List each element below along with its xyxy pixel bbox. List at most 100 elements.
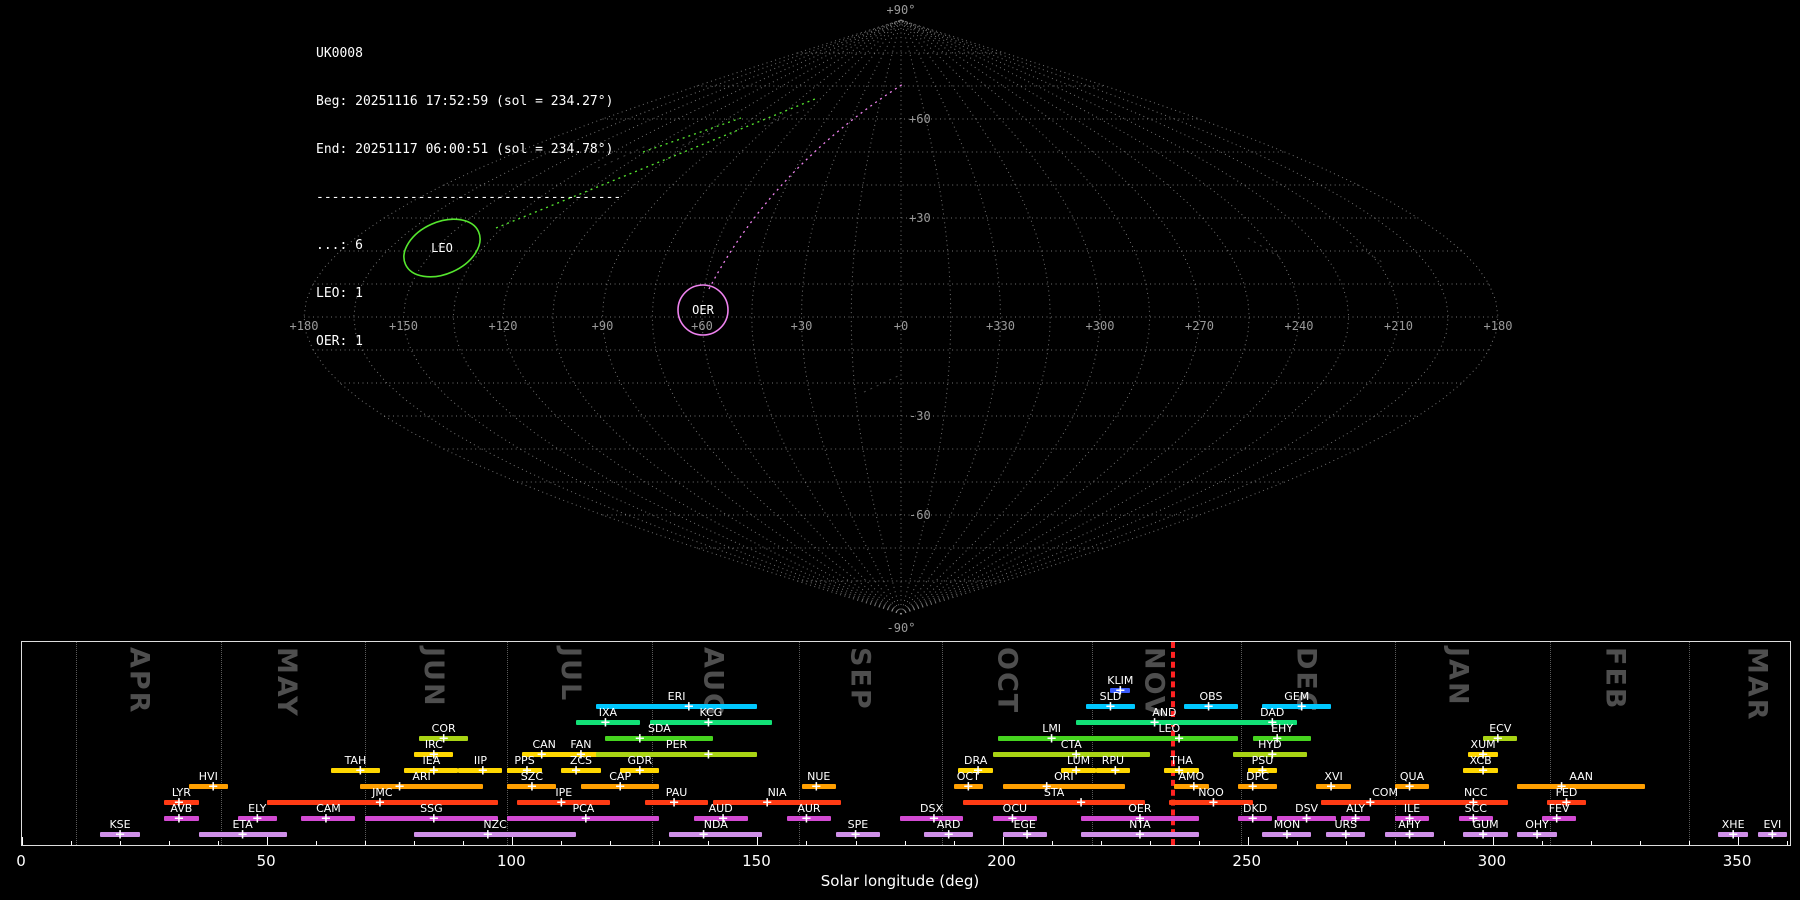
peak-marker-xvi: + — [1326, 780, 1337, 793]
peak-marker-nue: + — [811, 780, 822, 793]
x-axis: 050100150200250300350 — [21, 852, 1791, 870]
peak-marker-spe: + — [850, 828, 861, 841]
peak-marker-cam: + — [321, 812, 332, 825]
peak-marker-obs: + — [1203, 700, 1214, 713]
peak-marker-eri: + — [683, 700, 694, 713]
peak-marker-noo: + — [1208, 796, 1219, 809]
peak-marker-mon: + — [1282, 828, 1293, 841]
peak-marker-ixa: + — [600, 716, 611, 729]
minor-tick — [1199, 841, 1200, 845]
lon-label: +270 — [1185, 319, 1214, 333]
peak-marker-nta: + — [1134, 828, 1145, 841]
minor-tick — [1787, 841, 1788, 845]
peak-marker-nzc: + — [482, 828, 493, 841]
peak-marker-fev: + — [1551, 812, 1562, 825]
shower-bar-nda — [669, 832, 762, 837]
major-tick — [1493, 837, 1494, 845]
month-label-feb: FEB — [1599, 647, 1630, 710]
radiant-map-app: UK0008 Beg: 20251116 17:52:59 (sol = 234… — [0, 0, 1800, 900]
minor-tick — [659, 841, 660, 845]
lon-label: +210 — [1384, 319, 1413, 333]
meridian-line — [901, 20, 1150, 614]
peak-marker-evi: + — [1767, 828, 1778, 841]
month-gridline-jan — [1395, 642, 1396, 845]
peak-marker-nda: + — [698, 828, 709, 841]
peak-marker-lmi: + — [1046, 732, 1057, 745]
minor-tick — [1444, 841, 1445, 845]
shower-bar-aan — [1517, 784, 1644, 789]
minor-tick — [1052, 841, 1053, 845]
pole-label-south: -90° — [887, 621, 916, 635]
x-tick-label-0: 0 — [16, 852, 26, 870]
lat-label: +30 — [909, 211, 931, 225]
month-gridline-dec — [1241, 642, 1242, 845]
minor-tick — [463, 841, 464, 845]
month-gridline-jun — [365, 642, 366, 845]
month-gridline-may — [221, 642, 222, 845]
shower-label-ori: ORI — [1054, 771, 1074, 782]
minor-tick — [218, 841, 219, 845]
meridian-line — [901, 20, 1399, 614]
shower-bar-leo — [1101, 736, 1238, 741]
x-tick-label-100: 100 — [497, 852, 526, 870]
peak-marker-kcg: + — [703, 716, 714, 729]
month-label-jun: JUN — [418, 647, 449, 708]
x-tick-label-50: 50 — [257, 852, 276, 870]
meridian-line — [901, 20, 1349, 614]
major-tick — [1248, 837, 1249, 845]
shower-label-sda: SDA — [648, 723, 671, 734]
peak-marker-ssg: + — [428, 812, 439, 825]
peak-marker-ard: + — [943, 828, 954, 841]
peak-marker-dpc: + — [1247, 780, 1258, 793]
meridian-line — [901, 20, 1100, 614]
peak-marker-jmc: + — [374, 796, 385, 809]
peak-marker-hvi: + — [208, 780, 219, 793]
peak-marker-com: + — [1365, 796, 1376, 809]
peak-marker-pau: + — [669, 796, 680, 809]
month-label-jan: JAN — [1443, 647, 1474, 707]
peak-marker-pca: + — [580, 812, 591, 825]
lon-label: +300 — [1086, 319, 1115, 333]
major-tick — [267, 837, 268, 845]
lon-label: +180 — [290, 319, 319, 333]
peak-marker-ege: + — [1022, 828, 1033, 841]
minor-tick — [1101, 841, 1102, 845]
month-gridline-nov — [1092, 642, 1093, 845]
peak-marker-ipe: + — [556, 796, 567, 809]
peak-marker-avb: + — [173, 812, 184, 825]
shower-label-per: PER — [666, 739, 687, 750]
x-tick-label-350: 350 — [1723, 852, 1752, 870]
radiant-label-leo: LEO — [431, 241, 453, 255]
oer-trail — [709, 84, 903, 289]
x-axis-title: Solar longitude (deg) — [0, 872, 1800, 890]
lat-label: +60 — [909, 112, 931, 126]
peak-marker-gem: + — [1296, 700, 1307, 713]
peak-marker-ely: + — [252, 812, 263, 825]
lon-label: +60 — [691, 319, 713, 333]
major-tick — [512, 837, 513, 845]
lat-label: -30 — [909, 409, 931, 423]
peak-marker-xcb: + — [1478, 764, 1489, 777]
peak-marker-sld: + — [1105, 700, 1116, 713]
sky-map: LEOOER+90°-90°+60+30-30-60+180+150+120+9… — [0, 0, 1800, 640]
month-label-oct: OCT — [992, 647, 1023, 714]
shower-bar-eri — [596, 704, 758, 709]
shower-bar-per — [596, 752, 758, 757]
leo-trail-2 — [643, 118, 741, 152]
sporadic-trail — [864, 376, 898, 392]
peak-marker-dkd: + — [1247, 812, 1258, 825]
sporadic-trail — [1248, 238, 1284, 260]
peak-marker-sta: + — [1076, 796, 1087, 809]
radiant-label-oer: OER — [692, 303, 714, 317]
sporadic-trail — [676, 130, 718, 148]
minor-tick — [610, 841, 611, 845]
lon-label: +330 — [986, 319, 1015, 333]
meridian-line — [901, 20, 1050, 614]
shower-bar-nzc — [414, 832, 576, 837]
shower-label-sta: STA — [1044, 787, 1064, 798]
lat-label: -60 — [909, 508, 931, 522]
minor-tick — [414, 841, 415, 845]
lon-label: +0 — [894, 319, 908, 333]
peak-marker-szc: + — [526, 780, 537, 793]
meridian-line — [901, 20, 1249, 614]
